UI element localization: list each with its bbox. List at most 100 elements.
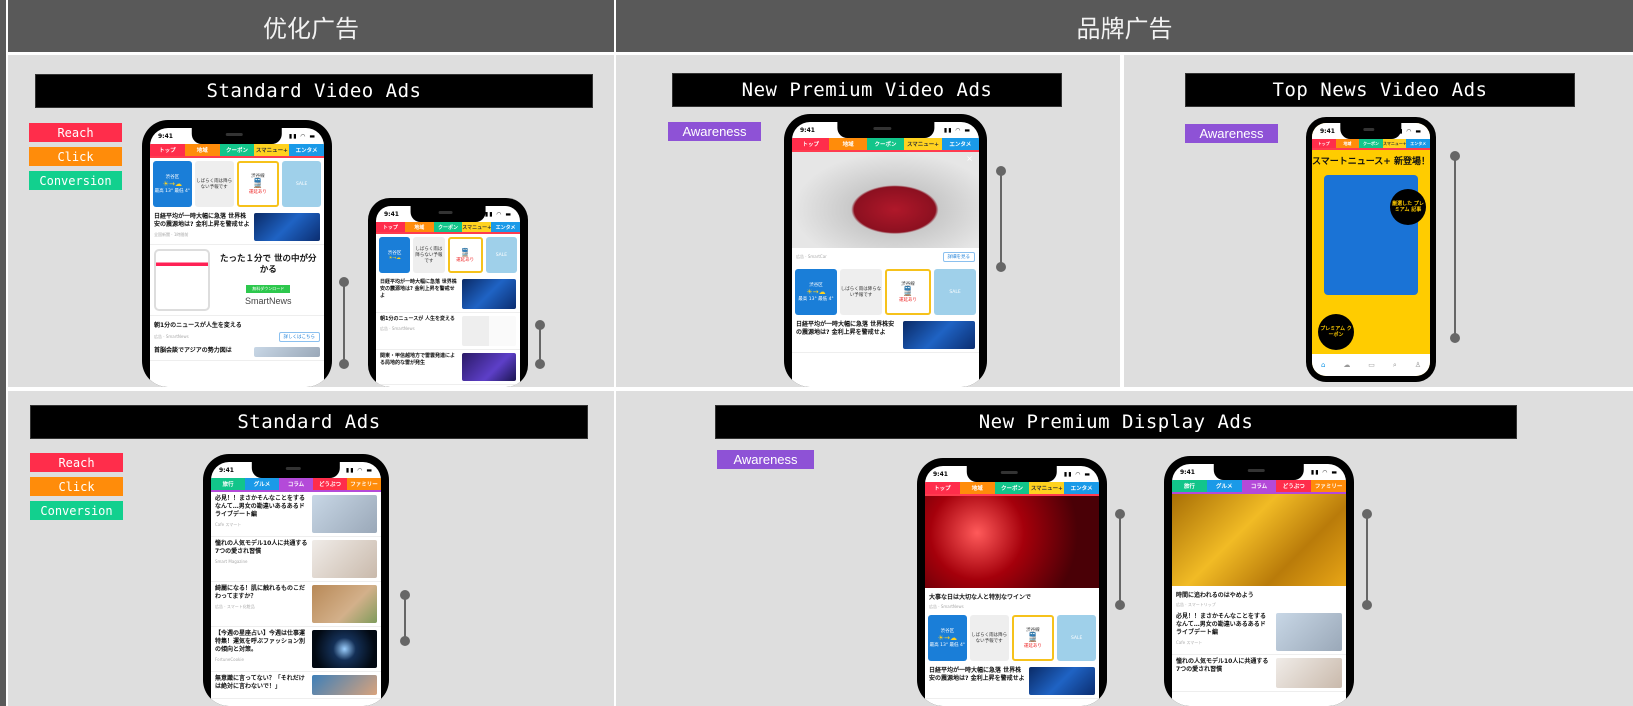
app-tab[interactable]: クーポン [219,144,255,156]
app-tab[interactable]: スマニュー+ [1382,139,1407,148]
video-ad-item[interactable]: 朝1分のニュースが 人生を変える 広告 · SmartNews [376,313,520,350]
train-icon: 🚆 [1027,633,1039,643]
app-tab[interactable]: ファミリー [1311,480,1346,492]
shoes-promo-card[interactable]: SALE [934,269,976,315]
phone-mockup-new-premium-video: 9:41 ▮▮ ◠ ▬ トップ 地域 クーポン スマニュー+ エンタメ × 広告 … [784,114,987,387]
weather-card[interactable]: 渋谷区 ☀→☁ 最高 13° 最低 4° [153,161,192,207]
app-tab[interactable]: トップ [925,482,960,494]
see-details-button[interactable]: 詳細を見る [942,252,975,262]
news-item[interactable]: 関東・甲信越地方で雷雲発達による局地的な雷が発生 [376,350,520,385]
app-tab[interactable]: トップ [150,144,185,156]
app-tab[interactable]: 地域 [959,482,995,494]
video-ad-creative[interactable]: たった１分で 世の中が分かる 無料ダウンロード SmartNews [150,245,324,316]
download-button[interactable]: 無料ダウンロード [246,284,291,293]
news-item[interactable]: 日経平均が一時大幅に急落 世界株安の震源地は? 金利上昇を警戒せよ [792,318,979,353]
app-tab[interactable]: クーポン [1359,139,1383,148]
shoes-promo-card[interactable]: SALE [485,237,517,273]
info-cards-row: 渋谷区 ☀→☁ しばらく雨は降らない予報です 🚆 運延あり SALE [376,234,520,276]
app-tab[interactable]: エンタメ [491,222,520,232]
app-tab[interactable]: エンタメ [289,144,324,156]
app-tab[interactable]: グルメ [245,478,279,490]
app-tab[interactable]: 地域 [829,138,867,150]
news-item[interactable]: 日経平均が一時大幅に急落 世界株安の震源地は? 金利上昇を警戒せよ 全国新聞 · … [150,210,324,245]
height-scale-indicator [1362,509,1372,610]
app-tab[interactable]: スマニュー+ [1029,482,1065,494]
rain-map-card[interactable]: しばらく雨は降らない予報です [194,161,234,207]
app-tab[interactable]: エンタメ [941,138,979,150]
status-icons: ▮▮ ◠ ▬ [345,466,373,474]
rain-map-card[interactable]: しばらく雨は降らない予報です [969,615,1009,661]
section-title-standard-ads: Standard Ads [30,405,588,439]
app-tab-active[interactable]: コラム [1241,480,1277,492]
lipstick-display-ad-image[interactable] [1172,494,1346,586]
app-tab[interactable]: スマニュー+ [254,144,290,156]
app-tab[interactable]: どうぶつ [1276,480,1312,492]
height-scale-indicator [1450,151,1460,343]
weather-nav-icon[interactable]: ☁ [1343,361,1350,369]
news-item[interactable]: 憧れの人気モデル10人に共通する7つの愛され習慣 Smart Magazine [211,537,381,582]
standard-ad-item[interactable]: 綺麗になる！肌に触れるものこだわってますか？ 広告 · スマート化粧品 [211,582,381,627]
train-card[interactable]: 渋谷線 🚆 運延あり [885,269,931,315]
weather-card[interactable]: 渋谷区 ☀→☁ 最高 13° 最低 4° [795,269,837,315]
phone-notch [836,122,935,138]
app-tab-active[interactable]: コラム [279,478,313,490]
app-tab[interactable]: グルメ [1206,480,1242,492]
weather-card[interactable]: 渋谷区 ☀→☁ 最高 13° 最低 4° [928,615,967,661]
app-tab[interactable]: 地域 [404,222,434,232]
badge-click: Click [30,477,123,496]
news-item[interactable]: 必見！！まさかそんなことをするなんて…男女の勘違いあるあるドライブデート編 Caf… [211,492,381,537]
app-tab[interactable]: エンタメ [1064,482,1099,494]
car-video-ad-creative[interactable]: × [792,152,979,248]
learn-more-button[interactable]: 詳しくはこちら [278,332,320,342]
news-item[interactable]: 必見！！まさかそんなことをするなんて…男女の勘違いあるあるドライブデート編 Caf… [1172,610,1346,655]
rain-map-card[interactable]: しばらく雨は降らない予報です [413,237,445,273]
news-item[interactable]: 日経平均が一時大幅に急落 世界株安の震源地は? 金利上昇を警戒せよ [925,664,1099,699]
badge-conversion: Conversion [30,501,123,520]
account-icon[interactable]: ♙ [1415,361,1421,369]
coupon-nav-icon[interactable]: ▭ [1368,361,1375,369]
info-cards-row: 渋谷区 ☀→☁ 最高 13° 最低 4° しばらく雨は降らない予報です 渋谷線 🚆 運延… [925,612,1099,664]
badge-awareness: Awareness [1185,124,1278,143]
app-tab[interactable]: トップ [376,222,405,232]
close-icon[interactable]: × [966,154,973,163]
app-tab[interactable]: トップ [1312,139,1336,148]
train-status: 運延あり [899,298,917,303]
train-card[interactable]: 渋谷線 🚆 運延あり [1011,615,1055,661]
shoes-promo-card[interactable]: SALE [282,161,321,207]
badge-awareness: Awareness [668,122,761,141]
news-item[interactable]: 日経平均が一時大幅に急落 世界株安の震源地は? 金利上昇を警戒せよ [376,276,520,313]
height-scale-indicator [996,166,1006,272]
news-item[interactable]: 首脳会談でアジアの勢力図は [150,344,324,361]
app-tab[interactable]: クーポン [994,482,1030,494]
news-source: Cafe スマート [215,522,242,528]
app-tab[interactable]: 地域 [1335,139,1360,148]
weather-card[interactable]: 渋谷区 ☀→☁ [379,237,411,273]
app-tab[interactable]: 旅行 [211,478,245,490]
app-tab[interactable]: エンタメ [1406,139,1430,148]
train-card[interactable]: 🚆 運延あり [447,237,483,273]
app-tab[interactable]: スマニュー+ [462,222,492,232]
wine-display-ad-image[interactable] [925,496,1099,588]
app-tab-bar: トップ 地域 クーポン スマニュー+ エンタメ [792,138,979,152]
app-tab[interactable]: クーポン [866,138,905,150]
news-item[interactable]: 憧れの人気モデル10人に共通する7つの愛され習慣 [1172,655,1346,692]
app-tab[interactable]: 旅行 [1172,480,1207,492]
news-item[interactable]: 無意識に言ってない？「それだけは絶対に言わないで！」 [211,672,381,699]
app-tab[interactable]: どうぶつ [313,478,347,490]
home-icon[interactable]: ⌂ [1321,361,1325,369]
app-tab[interactable]: トップ [792,138,830,150]
app-tab[interactable]: スマニュー+ [904,138,942,150]
rain-map-card[interactable]: しばらく雨は降らない予報です [840,269,882,315]
status-icons: ▮▮ ◠ ▬ [484,210,512,218]
search-icon[interactable]: ⌕ [1393,361,1397,370]
app-tab[interactable]: ファミリー [347,478,381,490]
info-cards-row: 渋谷区 ☀→☁ 最高 13° 最低 4° しばらく雨は降らない予報です 渋谷線 🚆 運延… [792,266,979,318]
app-tab-bar: トップ 地域 クーポン スマニュー+ エンタメ [150,144,324,158]
app-tab-bar: トップ 地域 クーポン スマニュー+ エンタメ [925,482,1099,496]
app-tab[interactable]: 地域 [184,144,220,156]
train-card[interactable]: 渋谷線 🚆 運延あり [236,161,280,207]
badge-click: Click [29,147,122,166]
app-tab[interactable]: クーポン [433,222,463,232]
shoes-promo-card[interactable]: SALE [1057,615,1096,661]
news-item[interactable]: 【今週の星座占い】今週は仕事運特集！運気を呼ぶファッション別の傾向と対策。 For… [211,627,381,672]
